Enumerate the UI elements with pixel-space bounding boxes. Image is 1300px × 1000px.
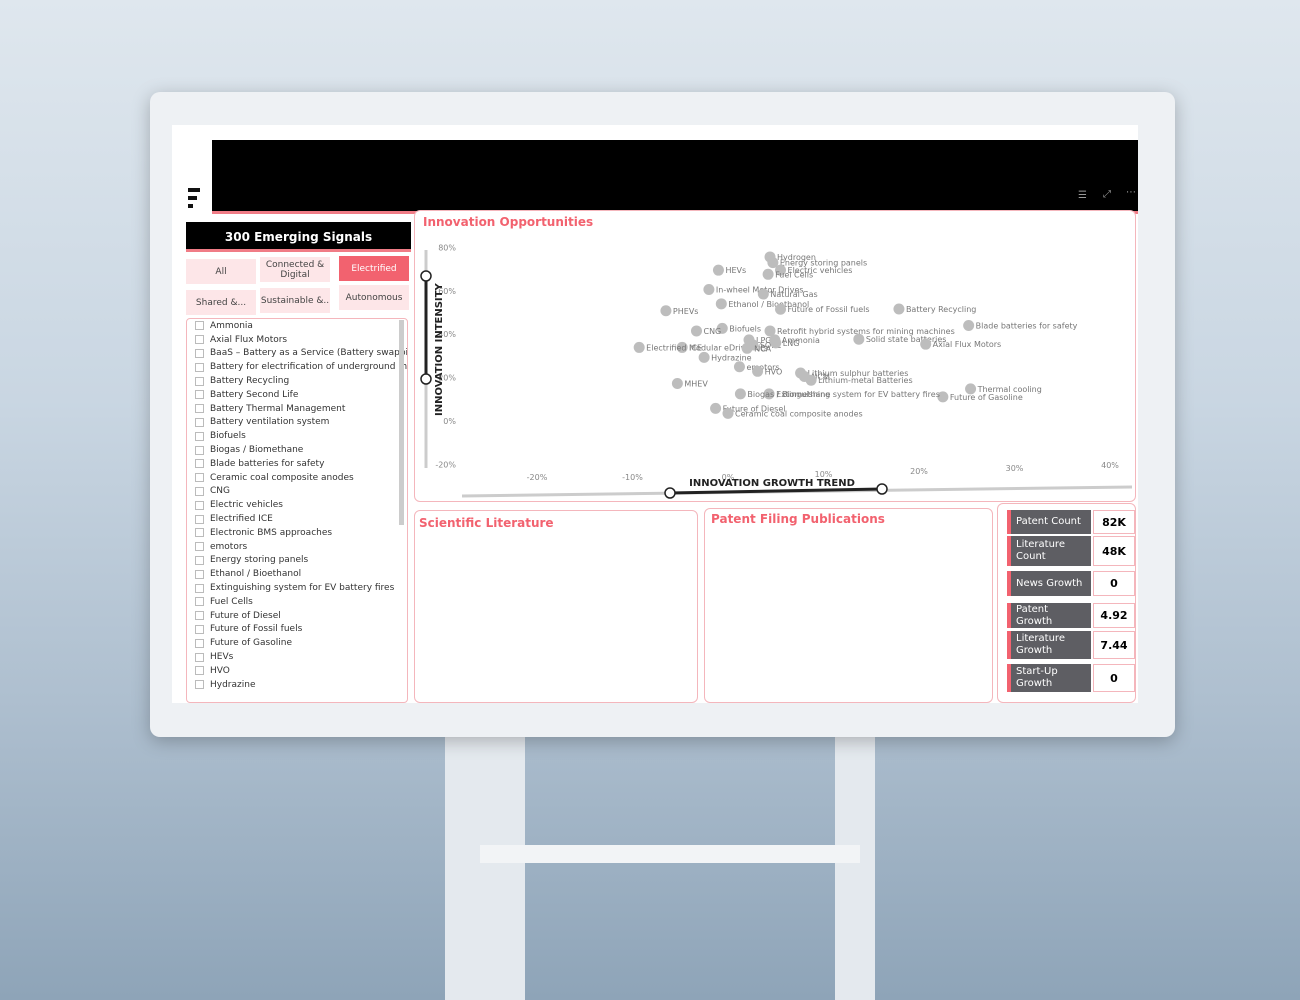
scatter-point-label: CNG [703,327,721,336]
scatter-point[interactable] [757,288,769,300]
x-range-slider-handle[interactable] [664,487,676,499]
scatter-point[interactable] [671,377,683,389]
x-tick-label: 40% [1101,461,1119,470]
scatter-point-label: Fuel Cells [775,270,813,279]
patent-filing-panel [704,508,993,703]
y-range-slider-handle[interactable] [420,270,432,282]
scatter-point[interactable] [752,365,764,377]
x-tick-label: 20% [910,467,928,476]
scatter-point-label: Future of Fossil fuels [788,305,870,314]
scatter-point-label: MHEV [684,379,708,388]
scatter-point[interactable] [963,320,975,332]
scatter-point-label: NCA [754,344,772,353]
scatter-point-label: Hydrazine [711,353,752,362]
kpi-value: 7.44 [1093,631,1135,659]
scatter-point[interactable] [920,338,932,350]
scatter-point[interactable] [775,303,787,315]
scatter-point[interactable] [698,351,710,363]
y-axis-label: INNOVATION INTENSITY [434,283,445,416]
y-tick-label: 0% [443,417,456,426]
scatter-point-label: HEVs [725,266,746,275]
x-axis-label: INNOVATION GROWTH TREND [689,478,855,489]
scatter-point-label: HVO [765,367,783,376]
scatter-point[interactable] [893,303,905,315]
scatter-point[interactable] [712,264,724,276]
scatter-point-label: Electrified ICE [646,343,702,352]
x-tick-label: 30% [1006,464,1024,473]
scatter-point[interactable] [762,268,774,280]
x-range-slider-fill [669,487,883,495]
x-tick-label: -20% [527,473,548,482]
y-range-slider-handle[interactable] [420,373,432,385]
sci-lit-title: Scientific Literature [419,516,554,530]
x-range-slider-handle[interactable] [876,483,888,495]
scatter-point[interactable] [660,305,672,317]
scatter-point[interactable] [710,402,722,414]
scientific-literature-panel [414,510,698,703]
kpi-value: 48K [1093,536,1135,566]
scatter-point-label: Future of Gasoline [950,393,1023,402]
kpi-value: 4.92 [1093,603,1135,628]
kpi-value: 0 [1093,571,1135,596]
scatter-point-label: Natural Gas [770,290,817,299]
scatter-point[interactable] [703,283,715,295]
scatter-point[interactable] [770,337,782,349]
scatter-point-label: LNG [783,339,800,348]
scatter-point-label: Blade batteries for safety [976,322,1078,331]
scatter-point-label: Axial Flux Motors [933,340,1002,349]
kpi-label: Start-Up Growth [1007,664,1091,692]
scatter-point-label: Retrofit hybrid systems for mining machi… [777,327,955,336]
patent-title: Patent Filing Publications [711,512,885,526]
scatter-point[interactable] [715,298,727,310]
kpi-label: Patent Growth [1007,603,1091,628]
scatter-point-label: Biofuels [729,324,761,333]
scatter-point-label: PHEVs [673,307,699,316]
scatter-point[interactable] [733,361,745,373]
scatter-point[interactable] [734,388,746,400]
scatter-point[interactable] [633,341,645,353]
scatter-point-label: Battery Recycling [906,305,976,314]
kpi-value: 82K [1093,510,1135,534]
kpi-value: 0 [1093,664,1135,692]
kpi-label: Literature Growth [1007,631,1091,659]
scatter-point-label: Lithium-metal Batteries [818,376,913,385]
kpi-label: Patent Count [1007,510,1091,534]
scatter-point-label: Biogas / Biomethane [747,390,830,399]
scatter-point[interactable] [722,407,734,419]
kpi-label: News Growth [1007,571,1091,596]
scatter-point-label: Ceramic coal composite anodes [735,409,863,418]
kpi-label: Literature Count [1007,536,1091,566]
scatter-point[interactable] [741,342,753,354]
y-tick-label: -20% [435,460,456,469]
scatter-point[interactable] [690,325,702,337]
y-tick-label: 80% [438,243,456,252]
scatter-chart: -20% -10% 0% 10% 20% 30% 40%80%60%40%20%0%-20%… [417,243,1133,699]
scatter-point[interactable] [805,374,817,386]
x-tick-label: -10% [622,473,643,482]
